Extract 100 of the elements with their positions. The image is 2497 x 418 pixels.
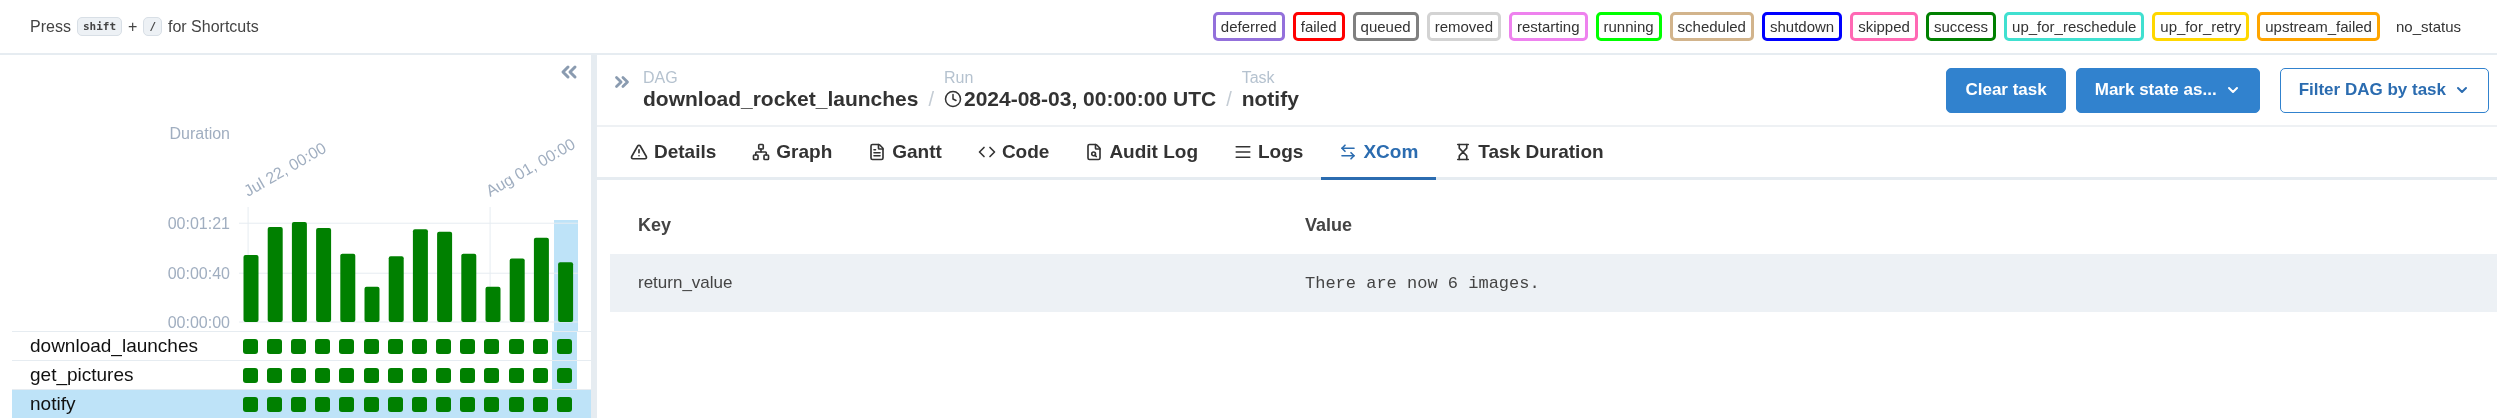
y-tick-label: 00:00:00 — [167, 314, 230, 331]
task-instance-square[interactable] — [315, 367, 331, 383]
duration-bar[interactable] — [340, 253, 356, 322]
duration-bar[interactable] — [412, 229, 428, 322]
task-instance-square[interactable] — [508, 396, 524, 412]
duration-bar[interactable] — [267, 226, 283, 322]
task-instance-square[interactable] — [363, 367, 379, 383]
breadcrumb-value[interactable]: download_rocket_launches — [643, 87, 919, 111]
status-legend-tag: restarting — [1509, 12, 1588, 41]
task-instance-square[interactable] — [411, 338, 427, 354]
breadcrumb-separator: / — [1226, 88, 1232, 111]
duration-bar[interactable] — [437, 231, 453, 322]
task-instance-square[interactable] — [436, 338, 452, 354]
status-legend-tag: skipped — [1850, 12, 1918, 41]
breadcrumb-value[interactable]: notify — [1241, 87, 1299, 111]
task-instance-square[interactable] — [315, 396, 331, 412]
breadcrumb-separator: / — [928, 88, 934, 111]
task-instance-square[interactable] — [242, 367, 258, 383]
date-label: Jul 22, 00:00 — [241, 139, 329, 200]
status-legend-tag: success — [1925, 12, 1997, 41]
status-legend-tag: running — [1595, 12, 1662, 41]
status-legend-tag: up_for_reschedule — [2004, 12, 2145, 41]
column-header: Value — [1304, 215, 1354, 236]
duration-bar[interactable] — [533, 237, 549, 322]
task-instance-square[interactable] — [339, 338, 355, 354]
status-legend-tag: upstream_failed — [2257, 12, 2380, 41]
task-row[interactable]: notify — [12, 389, 591, 418]
duration-bar[interactable] — [509, 258, 525, 322]
breadcrumb-value[interactable]: 2024-08-03, 00:00:00 UTC — [964, 87, 1217, 111]
task-instance-square[interactable] — [387, 396, 403, 412]
tab[interactable]: Logs — [1216, 127, 1322, 180]
task-instance-square[interactable] — [290, 396, 306, 412]
duration-bar[interactable] — [485, 286, 501, 322]
task-instance-square[interactable] — [387, 367, 403, 383]
action-button[interactable]: Mark state as... — [2075, 67, 2260, 113]
clock-icon — [944, 90, 962, 108]
task-instance-square[interactable] — [363, 338, 379, 354]
y-tick-label: 00:00:40 — [167, 265, 230, 283]
duration-bar[interactable] — [316, 228, 332, 322]
task-instance-square[interactable] — [532, 396, 548, 412]
arrows-icon — [1339, 143, 1358, 161]
tab[interactable]: Details — [612, 127, 735, 180]
tab[interactable]: XCom — [1321, 127, 1437, 180]
tab[interactable]: Graph — [734, 127, 851, 180]
plus-text: + — [128, 17, 138, 36]
task-instance-square[interactable] — [242, 396, 258, 412]
breadcrumb-label: Run — [944, 69, 975, 87]
status-legend-tag: removed — [1426, 12, 1501, 41]
graph-icon — [752, 143, 771, 161]
status-legend-tag: shutdown — [1761, 12, 1843, 41]
task-instance-square[interactable] — [557, 338, 573, 354]
task-name: download_launches — [29, 335, 199, 357]
task-instance-square[interactable] — [460, 396, 476, 412]
task-instance-square[interactable] — [290, 338, 306, 354]
duration-bar[interactable] — [364, 286, 380, 322]
tab[interactable]: Code — [959, 127, 1068, 180]
task-instance-square[interactable] — [557, 367, 573, 383]
action-button[interactable]: Clear task — [1946, 67, 2066, 113]
task-instance-square[interactable] — [532, 338, 548, 354]
hint-text: for Shortcuts — [168, 17, 259, 36]
tab[interactable]: Audit Log — [1067, 127, 1216, 180]
task-instance-square[interactable] — [436, 367, 452, 383]
task-name: get_pictures — [29, 364, 135, 386]
duration-bar[interactable] — [388, 256, 404, 322]
task-instance-square[interactable] — [460, 338, 476, 354]
column-header: Key — [637, 215, 673, 236]
task-instance-square[interactable] — [315, 338, 331, 354]
task-instance-square[interactable] — [557, 396, 573, 412]
action-button[interactable]: Filter DAG by task — [2279, 67, 2489, 113]
duration-bar[interactable] — [291, 222, 307, 322]
task-instance-square[interactable] — [508, 367, 524, 383]
task-instance-square[interactable] — [508, 338, 524, 354]
duration-bar[interactable] — [558, 262, 574, 322]
breadcrumb-label: Task — [1241, 69, 1276, 87]
task-instance-square[interactable] — [290, 367, 306, 383]
task-instance-square[interactable] — [411, 367, 427, 383]
tab[interactable]: Task Duration — [1436, 127, 1622, 180]
task-instance-square[interactable] — [242, 338, 258, 354]
task-instance-square[interactable] — [266, 367, 282, 383]
tab[interactable]: Gantt — [850, 127, 960, 180]
task-row[interactable]: download_launches — [12, 331, 591, 360]
task-instance-square[interactable] — [484, 367, 500, 383]
task-instance-square[interactable] — [266, 338, 282, 354]
task-instance-square[interactable] — [339, 367, 355, 383]
task-instance-square[interactable] — [484, 396, 500, 412]
y-tick-label: 00:01:21 — [167, 215, 230, 233]
task-instance-square[interactable] — [387, 338, 403, 354]
task-instance-square[interactable] — [532, 367, 548, 383]
task-instance-square[interactable] — [436, 396, 452, 412]
status-legend-tag: queued — [1352, 12, 1419, 41]
task-instance-square[interactable] — [460, 367, 476, 383]
task-instance-square[interactable] — [363, 396, 379, 412]
duration-bar[interactable] — [243, 254, 259, 322]
status-legend-tag: no_status — [2387, 12, 2469, 41]
task-instance-square[interactable] — [266, 396, 282, 412]
duration-bar[interactable] — [461, 253, 477, 322]
task-instance-square[interactable] — [484, 338, 500, 354]
task-instance-square[interactable] — [411, 396, 427, 412]
task-instance-square[interactable] — [339, 396, 355, 412]
hint-text: Press — [30, 17, 71, 36]
